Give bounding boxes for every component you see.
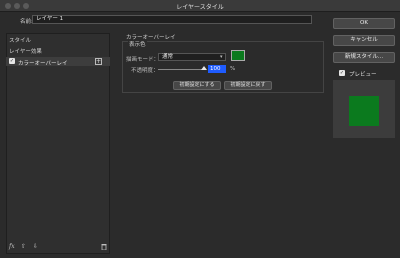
fx-icon[interactable]: fx	[9, 243, 15, 250]
trash-icon[interactable]	[101, 243, 107, 252]
arrow-up-icon[interactable]: ⇧	[21, 243, 26, 250]
blend-mode-select[interactable]: 通常	[158, 53, 226, 61]
opacity-slider-thumb[interactable]	[201, 66, 207, 70]
blend-mode-label: 描画モード：	[126, 57, 160, 63]
styles-label[interactable]: スタイル	[9, 36, 31, 44]
arrow-down-icon[interactable]: ⇩	[33, 243, 38, 250]
layer-effects-label[interactable]: レイヤー効果	[9, 47, 42, 55]
name-label: 名前:	[20, 19, 33, 25]
sidebar-item-label: カラーオーバーレイ	[18, 61, 68, 67]
overlay-color-swatch[interactable]	[231, 50, 245, 61]
plus-icon[interactable]: +	[95, 58, 102, 65]
reset-default-button[interactable]: 初期設定にする	[173, 81, 221, 90]
group-title: 表示色	[128, 40, 147, 48]
restore-default-button[interactable]: 初期設定に戻す	[224, 81, 272, 90]
new-style-button[interactable]: 新規スタイル...	[333, 52, 395, 63]
opacity-label: 不透明度：	[131, 68, 159, 74]
chevron-down-icon: ▾	[220, 54, 223, 60]
opacity-unit: %	[230, 66, 236, 72]
preview-color-square	[349, 96, 379, 126]
preview-label: プレビュー	[349, 72, 377, 78]
window-title: レイヤースタイル	[176, 4, 224, 11]
opacity-slider-track[interactable]	[158, 69, 206, 70]
ok-button[interactable]: OK	[333, 18, 395, 29]
preview-checkbox[interactable]: ✓	[339, 70, 345, 76]
opacity-input[interactable]: 100	[208, 65, 226, 73]
cancel-button[interactable]: キャンセル	[333, 35, 395, 46]
layer-name-input[interactable]: レイヤー 1	[32, 15, 312, 24]
color-overlay-checkbox[interactable]: ✓	[9, 58, 15, 64]
